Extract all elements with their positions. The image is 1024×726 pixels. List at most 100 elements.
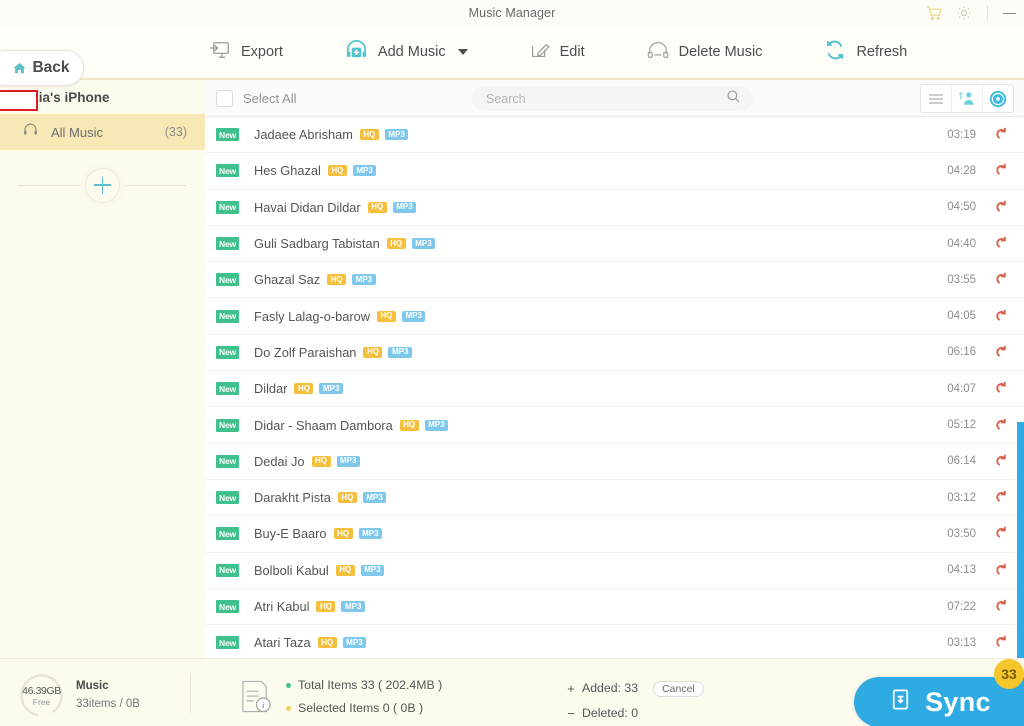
song-title: Guli Sadbarg Tabistan — [254, 236, 380, 252]
total-items-dot — [286, 682, 291, 688]
title-bar: Music Manager — [0, 0, 1024, 26]
new-badge: New — [216, 382, 239, 396]
song-title: Atri Kabul — [254, 599, 310, 614]
added-text: Added: 33 — [582, 680, 639, 695]
revert-icon[interactable] — [993, 163, 1008, 178]
document-info-icon — [240, 679, 273, 715]
revert-icon[interactable] — [993, 490, 1008, 505]
search-input[interactable] — [484, 90, 726, 107]
revert-icon[interactable] — [993, 200, 1008, 215]
select-all-checkbox[interactable] — [216, 89, 233, 107]
selected-items-line: Selected Items 0 ( 0B ) — [286, 697, 442, 720]
redaction-box — [0, 89, 38, 111]
table-row[interactable]: New Do Zolf Paraishan HQ MP3 06:16 — [205, 335, 1024, 372]
storage-text: 46.39GB Free — [18, 672, 65, 719]
table-row[interactable]: New Atri Kabul HQ MP3 07:22 — [205, 589, 1024, 626]
revert-icon[interactable] — [993, 635, 1008, 650]
add-playlist-button[interactable] — [85, 167, 120, 203]
storage-meta: Music 33items / 0B — [76, 678, 140, 713]
revert-icon[interactable] — [993, 345, 1008, 360]
count-lines: Total Items 33 ( 202.4MB ) Selected Item… — [286, 674, 442, 719]
table-row[interactable]: New Fasly Lalag-o-barow HQ MP3 04:05 — [205, 298, 1024, 335]
sync-badge: 33 — [994, 659, 1024, 689]
song-duration: 03:19 — [947, 128, 976, 141]
format-badge: MP3 — [358, 528, 383, 540]
cancel-button[interactable]: Cancel — [653, 680, 704, 697]
delete-music-button[interactable]: Delete Music — [645, 37, 763, 68]
revert-icon[interactable] — [993, 127, 1008, 142]
new-badge: New — [216, 563, 239, 577]
revert-icon[interactable] — [993, 272, 1008, 287]
song-duration: 03:50 — [947, 527, 976, 540]
revert-icon[interactable] — [993, 236, 1008, 251]
list-view-button[interactable] — [921, 85, 952, 112]
album-view-button[interactable] — [983, 85, 1013, 112]
storage-items: 33items / 0B — [76, 697, 140, 710]
table-row[interactable]: New Didar - Shaam Dambora HQ MP3 05:12 — [205, 407, 1024, 444]
song-duration: 03:12 — [947, 491, 976, 504]
table-row[interactable]: New Jadaee Abrisham HQ MP3 03:19 — [205, 117, 1024, 154]
song-title: Atari Taza — [254, 635, 311, 651]
export-button[interactable]: Export — [208, 37, 283, 67]
table-row[interactable]: New Ghazal Saz HQ MP3 03:55 — [205, 262, 1024, 299]
artist-view-button[interactable] — [952, 85, 983, 112]
toolbar-actions: Export Add Music Edit Delete Music Refre… — [208, 26, 967, 78]
table-row[interactable]: New Dildar HQ MP3 04:07 — [205, 371, 1024, 408]
revert-icon[interactable] — [993, 454, 1008, 469]
search-icon[interactable] — [726, 89, 741, 109]
back-button[interactable]: Back — [0, 50, 84, 86]
select-all-control[interactable]: Select All — [216, 89, 296, 107]
new-badge: New — [216, 309, 239, 323]
headphones-icon — [22, 121, 39, 143]
song-title: Havai Didan Dildar — [254, 199, 361, 215]
edit-button[interactable]: Edit — [528, 38, 585, 67]
sync-label: Sync — [925, 686, 991, 717]
table-row[interactable]: New Dedai Jo HQ MP3 06:14 — [205, 444, 1024, 480]
added-deleted-summary: + Added: 33 Cancel − Deleted: 0 — [566, 676, 704, 726]
export-label: Export — [241, 44, 283, 60]
search-box[interactable] — [472, 86, 753, 111]
add-music-icon — [343, 36, 370, 68]
quality-badge: HQ — [327, 165, 347, 177]
sync-icon — [887, 686, 914, 718]
quality-badge: HQ — [311, 455, 331, 467]
cart-icon[interactable] — [925, 5, 942, 22]
vertical-scrollbar[interactable] — [1017, 422, 1024, 658]
device-name: zia's iPhone — [0, 89, 110, 111]
device-name-text: zia's iPhone — [32, 89, 110, 105]
revert-icon[interactable] — [993, 563, 1008, 578]
format-badge: MP3 — [384, 129, 409, 141]
gear-icon[interactable] — [955, 5, 972, 22]
song-title: Do Zolf Paraishan — [254, 344, 357, 360]
storage-category: Music — [76, 680, 109, 693]
table-row[interactable]: New Hes Ghazal HQ MP3 04:28 — [205, 153, 1024, 190]
song-duration: 05:12 — [947, 419, 976, 432]
format-badge: MP3 — [352, 274, 376, 286]
refresh-button[interactable]: Refresh — [822, 37, 907, 68]
revert-icon[interactable] — [993, 599, 1008, 614]
format-badge: MP3 — [360, 564, 385, 576]
song-list[interactable]: New Jadaee Abrisham HQ MP3 03:19 New Hes Ghaza… — [205, 117, 1024, 659]
minimize-button[interactable] — [1003, 7, 1016, 20]
table-row[interactable]: New Buy-E Baaro HQ MP3 03:50 — [205, 516, 1024, 553]
revert-icon[interactable] — [993, 309, 1008, 324]
song-duration: 04:05 — [947, 310, 976, 323]
table-row[interactable]: New Bolboli Kabul HQ MP3 04:13 — [205, 553, 1024, 589]
song-title: Dildar — [254, 381, 288, 397]
table-row[interactable]: New Guli Sadbarg Tabistan HQ MP3 04:40 — [205, 226, 1024, 263]
new-badge: New — [216, 128, 239, 142]
revert-icon[interactable] — [993, 526, 1008, 541]
revert-icon[interactable] — [993, 381, 1008, 396]
revert-icon[interactable] — [993, 418, 1008, 433]
chevron-down-icon[interactable] — [457, 49, 468, 55]
format-badge: MP3 — [388, 346, 412, 358]
table-row[interactable]: New Havai Didan Dildar HQ MP3 04:50 — [205, 190, 1024, 226]
delete-music-label: Delete Music — [678, 44, 763, 60]
format-badge: MP3 — [352, 165, 377, 177]
window-title: Music Manager — [468, 6, 556, 20]
song-title: Jadaee Abrisham — [254, 127, 353, 143]
table-row[interactable]: New Atari Taza HQ MP3 03:13 — [205, 625, 1024, 659]
sidebar-item-all-music[interactable]: All Music (33) — [0, 114, 205, 150]
add-music-button[interactable]: Add Music — [343, 36, 468, 68]
table-row[interactable]: New Darakht Pista HQ MP3 03:12 — [205, 480, 1024, 517]
